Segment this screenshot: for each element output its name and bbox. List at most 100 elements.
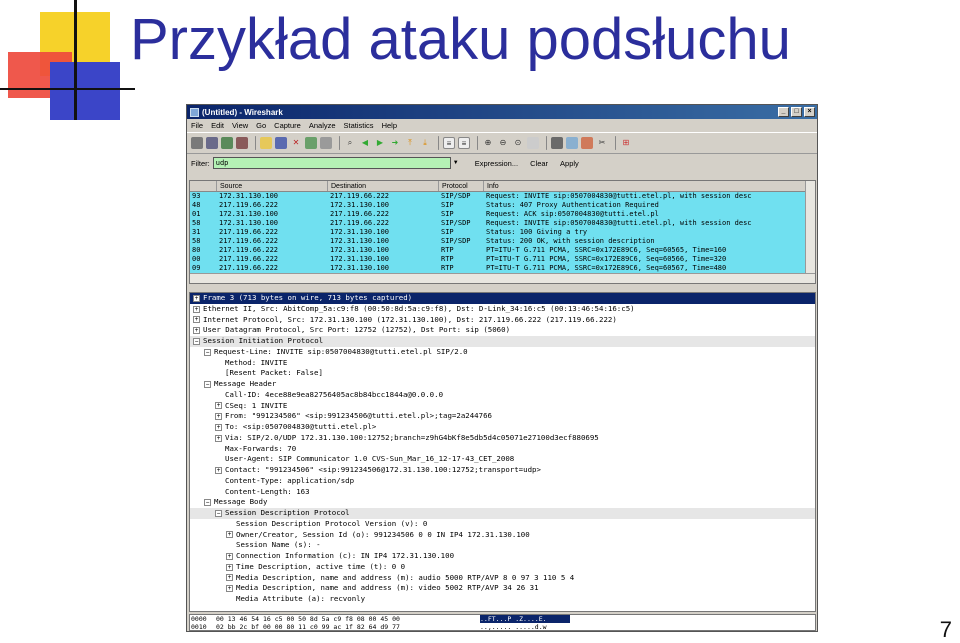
- tree-item[interactable]: Content-Type: application/sdp: [190, 476, 815, 487]
- packet-bytes-pane[interactable]: 0000 00 13 46 54 16 c5 00 50 8d 5a c9 f8 …: [189, 614, 816, 631]
- column-header-no[interactable]: [190, 181, 217, 191]
- expand-icon[interactable]: +: [215, 402, 222, 410]
- menu-statistics[interactable]: Statistics: [344, 121, 374, 130]
- tree-item[interactable]: + Ethernet II, Src: AbitComp_5a:c9:f8 (00…: [190, 304, 815, 315]
- tree-item[interactable]: − Request-Line: INVITE sip:0507004830@tut…: [190, 347, 815, 358]
- column-header-destination[interactable]: Destination: [328, 181, 439, 191]
- menu-help[interactable]: Help: [382, 121, 397, 130]
- reload-icon[interactable]: [305, 137, 317, 149]
- collapse-icon[interactable]: −: [215, 509, 222, 517]
- tree-item[interactable]: Call-ID: 4ece88e9ea82756405ac8b84bcc1844…: [190, 390, 815, 401]
- apply-button[interactable]: Apply: [560, 159, 579, 168]
- tree-item[interactable]: − Message Body: [190, 497, 815, 508]
- packet-details-tree[interactable]: + Frame 3 (713 bytes on wire, 713 bytes c…: [189, 292, 816, 612]
- expand-icon[interactable]: +: [226, 552, 233, 560]
- tree-item[interactable]: + Frame 3 (713 bytes on wire, 713 bytes c…: [190, 293, 815, 304]
- open-folder-icon[interactable]: [260, 137, 272, 149]
- expand-icon[interactable]: +: [215, 434, 222, 442]
- packet-row[interactable]: 09 217.119.66.222 172.31.130.100 RTP PT=ITU-…: [190, 264, 815, 273]
- expand-icon[interactable]: +: [226, 585, 233, 593]
- tree-item[interactable]: + From: "991234506" <sip:991234506@tutti.…: [190, 411, 815, 422]
- expand-icon[interactable]: +: [193, 294, 200, 302]
- tree-item[interactable]: + Contact: "991234506" <sip:991234506@172…: [190, 465, 815, 476]
- last-packet-icon[interactable]: ⤓: [419, 137, 431, 149]
- menu-file[interactable]: File: [191, 121, 203, 130]
- menu-view[interactable]: View: [232, 121, 248, 130]
- hex-bytes[interactable]: 00 13 46 54 16 c5 00 50 8d 5a c9 f8 08 0…: [216, 615, 476, 623]
- colorize-icon[interactable]: ≡: [443, 137, 455, 149]
- save-icon[interactable]: [275, 137, 287, 149]
- tree-item[interactable]: Max-Forwards: 70: [190, 444, 815, 455]
- expand-icon[interactable]: +: [193, 316, 200, 324]
- tree-item[interactable]: + Via: SIP/2.0/UDP 172.31.130.100:12752;b…: [190, 433, 815, 444]
- clear-button[interactable]: Clear: [530, 159, 548, 168]
- packet-row[interactable]: 00 217.119.66.222 172.31.130.100 RTP PT=ITU-…: [190, 255, 815, 264]
- first-packet-icon[interactable]: ⤒: [404, 137, 416, 149]
- tree-item[interactable]: Session Name (s): -: [190, 540, 815, 551]
- packet-row[interactable]: 80 217.119.66.222 172.31.130.100 RTP PT=ITU-…: [190, 246, 815, 255]
- tree-item[interactable]: User-Agent: SIP Communicator 1.0 CVS-Sun…: [190, 454, 815, 465]
- hex-ascii[interactable]: ..FT...P .Z....E.: [480, 615, 570, 623]
- minimize-button[interactable]: _: [778, 107, 789, 117]
- filter-input[interactable]: udp: [212, 157, 451, 169]
- expand-icon[interactable]: +: [193, 327, 200, 335]
- tree-item[interactable]: − Session Initiation Protocol: [190, 336, 815, 347]
- coloring-rules-icon[interactable]: [581, 137, 593, 149]
- maximize-button[interactable]: □: [791, 107, 802, 117]
- menu-analyze[interactable]: Analyze: [309, 121, 336, 130]
- zoom-normal-icon[interactable]: ⊙: [512, 137, 524, 149]
- help-icon[interactable]: ⊞: [620, 137, 632, 149]
- expand-icon[interactable]: +: [215, 423, 222, 431]
- expand-icon[interactable]: +: [226, 574, 233, 582]
- collapse-icon[interactable]: −: [204, 499, 211, 507]
- tree-item[interactable]: + Media Description, name and address (m)…: [190, 573, 815, 584]
- column-header-info[interactable]: Info: [484, 181, 815, 191]
- hex-bytes[interactable]: 02 bb 2c bf 00 00 80 11 c0 99 ac 1f 82 6…: [216, 623, 476, 630]
- menu-go[interactable]: Go: [256, 121, 266, 130]
- stop-capture-icon[interactable]: [236, 137, 248, 149]
- expand-icon[interactable]: +: [215, 413, 222, 421]
- expand-icon[interactable]: +: [226, 563, 233, 571]
- collapse-icon[interactable]: −: [204, 380, 211, 388]
- expand-icon[interactable]: +: [226, 531, 233, 539]
- packet-row[interactable]: 58 172.31.130.100 217.119.66.222 SIP/SDP Req…: [190, 219, 815, 228]
- packet-row[interactable]: 01 172.31.130.100 217.119.66.222 SIP Request…: [190, 210, 815, 219]
- interfaces-icon[interactable]: [191, 137, 203, 149]
- packet-list-horizontal-scrollbar[interactable]: [190, 273, 815, 283]
- find-icon[interactable]: ⌕: [344, 137, 356, 149]
- tree-item[interactable]: − Message Header: [190, 379, 815, 390]
- expression-button[interactable]: Expression...: [475, 159, 518, 168]
- tree-item[interactable]: + Internet Protocol, Src: 172.31.130.100 …: [190, 315, 815, 326]
- packet-list-vertical-scrollbar[interactable]: [805, 181, 815, 283]
- tree-item[interactable]: + User Datagram Protocol, Src Port: 12752…: [190, 325, 815, 336]
- go-back-icon[interactable]: ◀: [359, 137, 371, 149]
- tree-item[interactable]: + Media Description, name and address (m)…: [190, 583, 815, 594]
- print-icon[interactable]: [320, 137, 332, 149]
- tree-item[interactable]: + Connection Information (c): IN IP4 172.…: [190, 551, 815, 562]
- resize-columns-icon[interactable]: [527, 137, 539, 149]
- packet-row[interactable]: 93 172.31.130.100 217.119.66.222 SIP/SDP Req…: [190, 192, 815, 201]
- hex-ascii[interactable]: ..,..... .....d.w: [480, 623, 570, 630]
- go-forward-icon[interactable]: ▶: [374, 137, 386, 149]
- zoom-in-icon[interactable]: ⊕: [482, 137, 494, 149]
- expand-icon[interactable]: +: [215, 466, 222, 474]
- menu-edit[interactable]: Edit: [211, 121, 224, 130]
- tree-item[interactable]: + Owner/Creator, Session Id (o): 99123450…: [190, 530, 815, 541]
- tree-item[interactable]: Session Description Protocol Version (v)…: [190, 519, 815, 530]
- filter-dropdown-icon[interactable]: ▼: [451, 157, 461, 169]
- tree-item[interactable]: [Resent Packet: False]: [190, 368, 815, 379]
- packet-list[interactable]: Source Destination Protocol Info 93 172.3…: [189, 180, 816, 284]
- options-icon[interactable]: [206, 137, 218, 149]
- start-capture-icon[interactable]: [221, 137, 233, 149]
- collapse-icon[interactable]: −: [193, 337, 200, 345]
- tree-item[interactable]: Content-Length: 163: [190, 487, 815, 498]
- column-header-source[interactable]: Source: [217, 181, 328, 191]
- title-bar[interactable]: (Untitled) - Wireshark _ □ ×: [187, 105, 817, 119]
- tree-item[interactable]: + To: <sip:0507004830@tutti.etel.pl>: [190, 422, 815, 433]
- close-button[interactable]: ×: [804, 107, 815, 117]
- column-header-protocol[interactable]: Protocol: [439, 181, 484, 191]
- packet-row[interactable]: 48 217.119.66.222 172.31.130.100 SIP Status:…: [190, 201, 815, 210]
- menu-capture[interactable]: Capture: [274, 121, 301, 130]
- preferences-icon[interactable]: ✂: [596, 137, 608, 149]
- tree-item[interactable]: Method: INVITE: [190, 358, 815, 369]
